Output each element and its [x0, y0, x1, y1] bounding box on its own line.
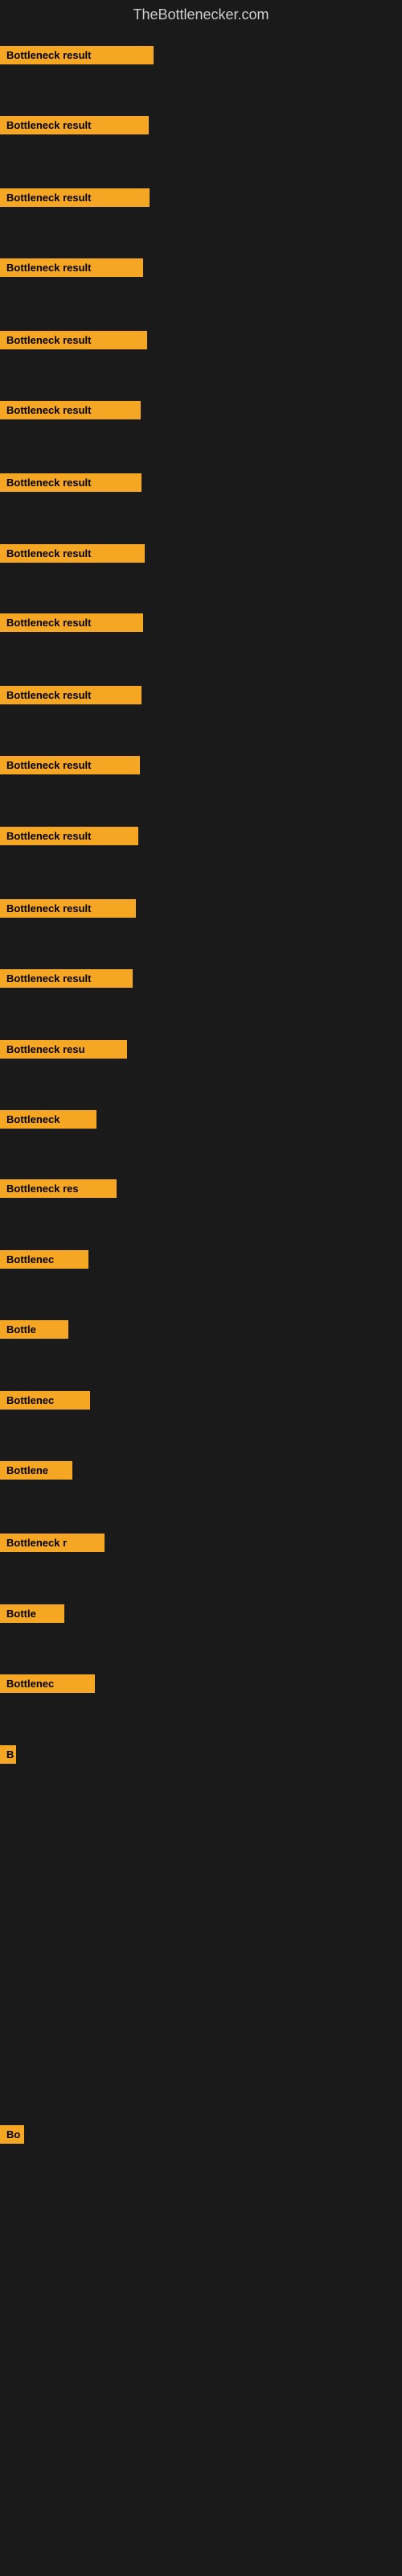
bottleneck-result-item-1[interactable]: Bottleneck result [0, 46, 154, 64]
bottleneck-result-item-4[interactable]: Bottleneck result [0, 258, 143, 277]
bottleneck-result-item-15[interactable]: Bottleneck resu [0, 1040, 127, 1059]
bottleneck-result-item-11[interactable]: Bottleneck result [0, 756, 140, 774]
bottleneck-result-item-17[interactable]: Bottleneck res [0, 1179, 117, 1198]
bottleneck-result-item-21[interactable]: Bottlene [0, 1461, 72, 1480]
bottleneck-result-item-8[interactable]: Bottleneck result [0, 544, 145, 563]
bottleneck-result-item-20[interactable]: Bottlenec [0, 1391, 90, 1410]
bottleneck-result-item-19[interactable]: Bottle [0, 1320, 68, 1339]
bottleneck-result-item-12[interactable]: Bottleneck result [0, 827, 138, 845]
bottleneck-result-item-18[interactable]: Bottlenec [0, 1250, 88, 1269]
bottleneck-result-item-6[interactable]: Bottleneck result [0, 401, 141, 419]
bottleneck-result-item-23[interactable]: Bottle [0, 1604, 64, 1623]
site-title: TheBottlenecker.com [0, 0, 402, 27]
bottleneck-result-item-9[interactable]: Bottleneck result [0, 613, 143, 632]
bottleneck-result-item-14[interactable]: Bottleneck result [0, 969, 133, 988]
bottleneck-result-item-16[interactable]: Bottleneck [0, 1110, 96, 1129]
bottleneck-result-item-22[interactable]: Bottleneck r [0, 1534, 105, 1552]
bottleneck-result-item-3[interactable]: Bottleneck result [0, 188, 150, 207]
bottleneck-result-item-7[interactable]: Bottleneck result [0, 473, 142, 492]
bottleneck-result-item-2[interactable]: Bottleneck result [0, 116, 149, 134]
bottleneck-result-item-13[interactable]: Bottleneck result [0, 899, 136, 918]
bottleneck-result-item-5[interactable]: Bottleneck result [0, 331, 147, 349]
bottleneck-result-item-24[interactable]: Bottlenec [0, 1674, 95, 1693]
bottleneck-result-item-25[interactable]: B [0, 1745, 16, 1764]
bottleneck-result-item-10[interactable]: Bottleneck result [0, 686, 142, 704]
bottleneck-result-item-26[interactable]: Bo [0, 2125, 24, 2144]
